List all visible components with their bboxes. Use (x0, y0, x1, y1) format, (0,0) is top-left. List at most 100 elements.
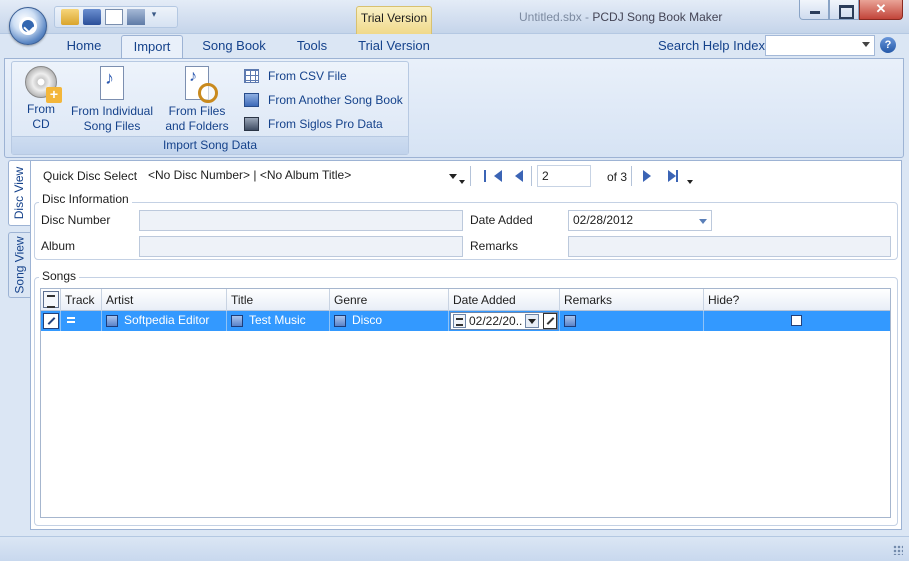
customize-toolbar-icon[interactable]: ▾ (149, 9, 159, 25)
tab-home[interactable]: Home (55, 35, 113, 59)
equals-icon[interactable] (453, 314, 466, 328)
title-separator: - (581, 10, 593, 24)
column-header-date-added[interactable]: Date Added (449, 289, 560, 311)
chevron-down-icon[interactable] (862, 42, 870, 47)
cell-track[interactable] (61, 311, 102, 331)
music-file-icon (100, 66, 124, 100)
maximize-button[interactable] (829, 0, 859, 20)
app-window: ▾ Trial Version Untitled.sbx - PCDJ Song… (0, 0, 909, 561)
trial-version-context-tab[interactable]: Trial Version (356, 6, 432, 34)
row-selector[interactable] (41, 311, 61, 331)
tab-trial-version[interactable]: Trial Version (352, 35, 436, 59)
chevron-down-icon[interactable] (525, 314, 539, 328)
group-label: Import Song Data (12, 136, 408, 154)
from-individual-song-files-button[interactable]: From Individual Song Files (68, 66, 156, 134)
chevron-down-icon[interactable] (699, 219, 707, 224)
quick-disc-select-label: Quick Disc Select (43, 169, 138, 183)
from-csv-file-button[interactable]: From CSV File (244, 66, 347, 86)
open-icon[interactable] (61, 9, 79, 25)
close-button[interactable]: ✕ (859, 0, 903, 20)
column-header-artist[interactable]: Artist (102, 289, 227, 311)
tab-song-book[interactable]: Song Book (196, 35, 272, 59)
row-edit-icon[interactable] (43, 313, 59, 329)
application-name: PCDJ Song Book Maker (592, 10, 723, 24)
chevron-down-icon[interactable] (449, 174, 457, 179)
column-header-title[interactable]: Title (227, 289, 330, 311)
date-added-editor[interactable]: 02/22/20.. (450, 312, 558, 330)
disc-number-label: Disc Number (41, 213, 111, 227)
new-document-icon[interactable] (105, 9, 123, 25)
overflow-arrow-icon[interactable] (459, 180, 465, 184)
disc-information-title: Disc Information (39, 192, 132, 206)
edit-icon[interactable] (543, 313, 557, 329)
quick-access-toolbar: ▾ (54, 6, 178, 28)
title-bar: ▾ Trial Version Untitled.sbx - PCDJ Song… (0, 0, 909, 34)
search-help-input[interactable] (765, 35, 875, 56)
next-record-icon[interactable] (643, 170, 651, 182)
songs-title: Songs (39, 269, 80, 283)
record-position-input[interactable]: 2 (537, 165, 591, 187)
grid-header: Track Artist Title Genre Date Added Rema… (41, 289, 890, 311)
hide-checkbox[interactable] (791, 315, 802, 326)
remarks-field[interactable] (568, 236, 891, 257)
cell-artist-value: Softpedia Editor (124, 313, 210, 327)
column-header-track[interactable]: Track (61, 289, 102, 311)
from-files-and-folders-button[interactable]: From Files and Folders (164, 66, 230, 134)
cell-date-added-value: 02/22/20.. (469, 314, 523, 328)
date-added-label: Date Added (470, 213, 533, 227)
cell-artist[interactable]: Softpedia Editor (102, 311, 227, 331)
status-bar (0, 536, 909, 561)
cd-add-icon (25, 66, 62, 103)
column-chooser-icon[interactable] (43, 291, 59, 308)
import-song-data-group: From CD From Individual Song Files From … (11, 61, 409, 155)
from-siglos-pro-data-button[interactable]: From Siglos Pro Data (244, 114, 383, 134)
toolbar-separator (631, 166, 632, 186)
remarks-icon (564, 315, 576, 327)
cell-hide[interactable] (704, 311, 890, 331)
album-field[interactable] (139, 236, 463, 257)
from-files-label-line1: From Files (168, 104, 226, 118)
from-another-song-book-button[interactable]: From Another Song Book (244, 90, 403, 110)
equals-icon (67, 317, 75, 323)
songs-grid: Track Artist Title Genre Date Added Rema… (40, 288, 891, 518)
disc-number-field[interactable] (139, 210, 463, 231)
cell-title[interactable]: Test Music (227, 311, 330, 331)
album-label: Album (41, 239, 76, 253)
select-all-cell[interactable] (41, 289, 61, 311)
quick-disc-select-dropdown[interactable]: <No Disc Number> | <No Album Title> (144, 166, 464, 186)
title-icon (231, 315, 243, 327)
tab-import[interactable]: Import (121, 35, 183, 60)
from-cd-label-line2: CD (32, 117, 50, 131)
help-icon[interactable]: ? (880, 37, 896, 53)
table-row[interactable]: Softpedia Editor Test Music Disco 02/22/… (41, 311, 890, 331)
disc-navigation-bar: Quick Disc Select <No Disc Number> | <No… (35, 164, 897, 188)
minimize-button[interactable] (799, 0, 829, 20)
last-record-icon[interactable] (668, 170, 678, 182)
songbook-import-icon (244, 93, 259, 107)
tab-tools[interactable]: Tools (288, 35, 336, 59)
cell-remarks[interactable] (560, 311, 704, 331)
from-cd-button[interactable]: From CD (18, 66, 64, 132)
tab-song-view[interactable]: Song View (8, 232, 30, 298)
disc-view-panel: Quick Disc Select <No Disc Number> | <No… (30, 160, 902, 530)
column-header-hide[interactable]: Hide? (704, 289, 890, 311)
cell-date-added[interactable]: 02/22/20.. (449, 311, 560, 331)
application-menu-button[interactable] (9, 7, 47, 45)
overflow-arrow-icon[interactable] (687, 180, 693, 184)
from-individual-label-line2: Song Files (83, 119, 141, 133)
view-tabs: Disc View Song View (8, 160, 30, 530)
resize-grip-icon[interactable] (893, 545, 903, 555)
first-record-icon[interactable] (484, 170, 502, 182)
from-siglos-label: From Siglos Pro Data (268, 117, 383, 131)
previous-record-icon[interactable] (515, 170, 523, 182)
cell-genre[interactable]: Disco (330, 311, 449, 331)
save-icon[interactable] (83, 9, 101, 25)
song-view-label: Song View (12, 236, 27, 294)
column-header-genre[interactable]: Genre (330, 289, 449, 311)
songbook-icon[interactable] (127, 9, 145, 25)
app-logo-icon (19, 17, 37, 35)
tab-disc-view[interactable]: Disc View (8, 160, 30, 226)
date-added-field[interactable]: 02/28/2012 (568, 210, 712, 231)
column-header-remarks[interactable]: Remarks (560, 289, 704, 311)
from-cd-label-line1: From (27, 102, 55, 116)
